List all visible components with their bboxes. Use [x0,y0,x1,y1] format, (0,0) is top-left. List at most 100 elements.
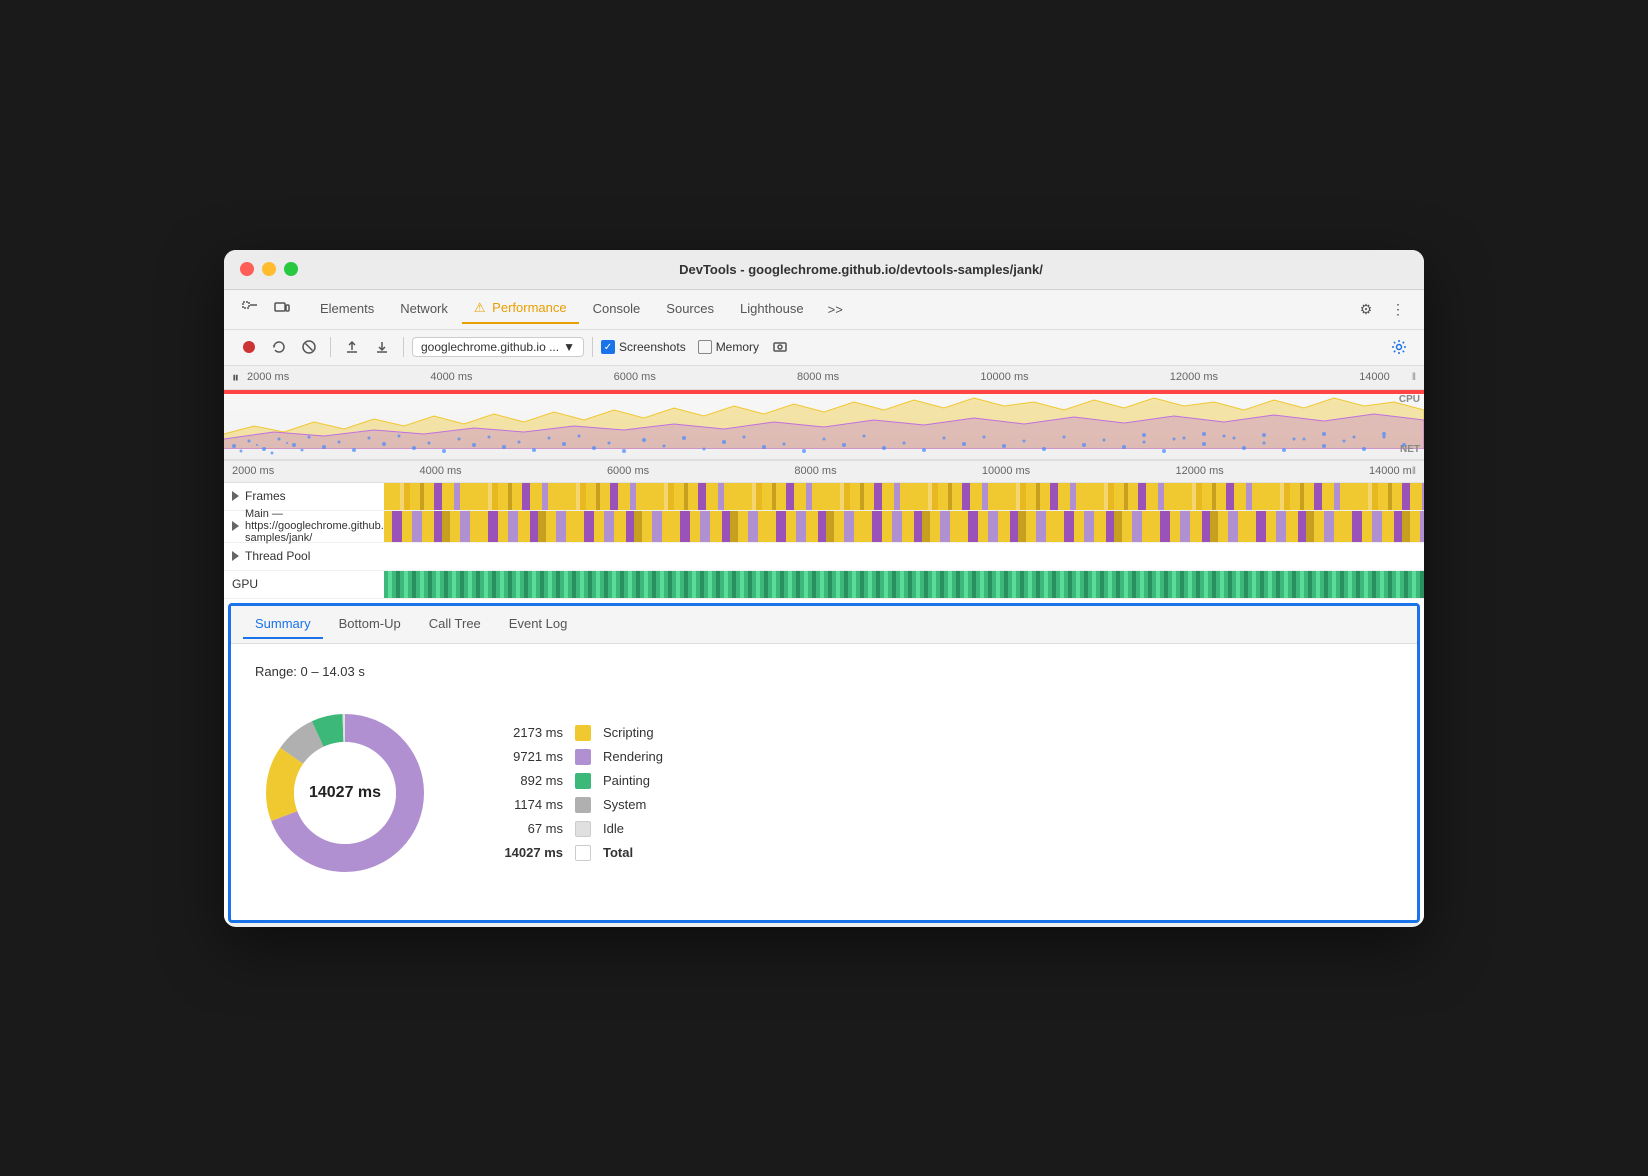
timeline-overview: ⏸ 2000 ms 4000 ms 6000 ms 8000 ms 10000 … [224,366,1424,461]
dropdown-arrow: ▼ [563,340,575,354]
ruler2-mark: 4000 ms [419,465,461,477]
ruler2-marks: 2000 ms 4000 ms 6000 ms 8000 ms 10000 ms… [232,465,1412,477]
bottom-panel-wrapper: Summary Bottom-Up Call Tree Event Log Ra… [224,603,1424,923]
idle-value: 67 ms [483,821,563,836]
total-label: Total [603,845,633,860]
scripting-swatch [575,725,591,741]
window-title: DevTools - googlechrome.github.io/devtoo… [314,262,1408,277]
memory-checkbox-label[interactable]: Memory [698,340,759,354]
main-track[interactable]: Main — https://googlechrome.github.io/de… [224,511,1424,543]
gpu-bar [384,571,1424,598]
tab-bottom-up[interactable]: Bottom-Up [327,610,413,639]
screenshots-checkbox[interactable]: ✓ [601,340,615,354]
settings-icon[interactable]: ⚙ [1352,295,1380,323]
scripting-value: 2173 ms [483,725,563,740]
total-value: 14027 ms [483,845,563,860]
legend-row-painting: 892 ms Painting [483,773,663,789]
range-display: Range: 0 – 14.03 s [255,664,1393,679]
ruler-marks-top: 2000 ms 4000 ms 6000 ms 8000 ms 10000 ms… [247,371,1410,383]
net-chart [224,431,1424,459]
main-label: Main — https://googlechrome.github.io/de… [224,508,384,544]
ruler2-mark: 12000 ms [1175,465,1223,477]
ruler-mark: 8000 ms [797,371,839,383]
memory-label: Memory [716,340,759,354]
tab-console[interactable]: Console [581,295,653,324]
ruler-end-marker: ‖ [1412,372,1416,383]
title-bar: DevTools - googlechrome.github.io/devtoo… [224,250,1424,290]
ruler2-mark: 14000 m [1369,465,1412,477]
ruler2-mark: 8000 ms [794,465,836,477]
tab-performance[interactable]: ⚠ Performance [462,294,579,324]
legend-row-total: 14027 ms Total [483,845,663,861]
expand-frames-icon[interactable] [232,491,239,501]
minimize-button[interactable] [262,262,276,276]
clear-button[interactable] [296,334,322,360]
idle-swatch [575,821,591,837]
legend-row-scripting: 2173 ms Scripting [483,725,663,741]
tab-sources[interactable]: Sources [654,295,726,324]
system-swatch [575,797,591,813]
main-content[interactable] [384,511,1424,542]
painting-value: 892 ms [483,773,563,788]
tab-elements[interactable]: Elements [308,295,386,324]
ruler2-mark: 2000 ms [232,465,274,477]
ruler2-mark: 10000 ms [982,465,1030,477]
thread-pool-label: Thread Pool [224,549,384,563]
separator-3 [592,337,593,357]
tab-lighthouse[interactable]: Lighthouse [728,295,816,324]
expand-main-icon[interactable] [232,521,239,531]
legend-row-system: 1174 ms System [483,797,663,813]
tab-network[interactable]: Network [388,295,460,324]
screenshots-checkbox-label[interactable]: ✓ Screenshots [601,340,686,354]
devtools-body: Elements Network ⚠ Performance Console S… [224,290,1424,923]
thread-pool-track[interactable]: Thread Pool [224,543,1424,571]
ruler-mark: 2000 ms [247,371,289,383]
frames-bar [384,483,1424,510]
cpu-net-overview[interactable]: CPU [224,390,1424,460]
rendering-value: 9721 ms [483,749,563,764]
download-profile-button[interactable] [369,334,395,360]
frames-content[interactable] [384,483,1424,510]
separator-1 [330,337,331,357]
maximize-button[interactable] [284,262,298,276]
gpu-label-text: GPU [232,577,258,591]
legend-row-rendering: 9721 ms Rendering [483,749,663,765]
element-picker-icon[interactable] [236,295,264,323]
pause-icon[interactable]: ⏸ [232,369,239,386]
upload-profile-button[interactable] [339,334,365,360]
close-button[interactable] [240,262,254,276]
more-options-icon[interactable]: ⋮ [1384,295,1412,323]
url-selector[interactable]: googlechrome.github.io ... ▼ [412,337,584,357]
frames-label-text: Frames [245,489,286,503]
donut-chart: 14027 ms [255,703,435,883]
gpu-track[interactable]: GPU [224,571,1424,599]
ruler2-end: ‖ [1412,466,1416,477]
tab-summary[interactable]: Summary [243,610,323,639]
system-label: System [603,797,646,812]
summary-main: 14027 ms 2173 ms Scripting 9721 ms [255,703,1393,883]
ruler2-mark: 6000 ms [607,465,649,477]
legend: 2173 ms Scripting 9721 ms Rendering 892 … [483,725,663,861]
thread-pool-label-text: Thread Pool [245,549,310,563]
reload-record-button[interactable] [266,334,292,360]
timeline-ruler-top: ⏸ 2000 ms 4000 ms 6000 ms 8000 ms 10000 … [224,366,1424,390]
perf-settings-icon[interactable] [1386,334,1412,360]
tab-call-tree[interactable]: Call Tree [417,610,493,639]
memory-checkbox[interactable] [698,340,712,354]
bottom-tabs: Summary Bottom-Up Call Tree Event Log [231,606,1417,644]
gpu-content[interactable] [384,571,1424,598]
device-mode-icon[interactable] [268,295,296,323]
rendering-label: Rendering [603,749,663,764]
system-value: 1174 ms [483,797,563,812]
record-button[interactable] [236,334,262,360]
timeline-ruler-bottom: 2000 ms 4000 ms 6000 ms 8000 ms 10000 ms… [224,461,1424,483]
scripting-label: Scripting [603,725,654,740]
expand-thread-pool-icon[interactable] [232,551,239,561]
screenshots-settings-icon[interactable] [767,334,793,360]
more-tabs-button[interactable]: >> [820,298,851,321]
frames-track[interactable]: Frames [224,483,1424,511]
devtools-window: DevTools - googlechrome.github.io/devtoo… [224,250,1424,927]
frames-label: Frames [224,489,384,503]
tab-event-log[interactable]: Event Log [497,610,580,639]
ruler-mark: 14000 [1359,371,1390,383]
